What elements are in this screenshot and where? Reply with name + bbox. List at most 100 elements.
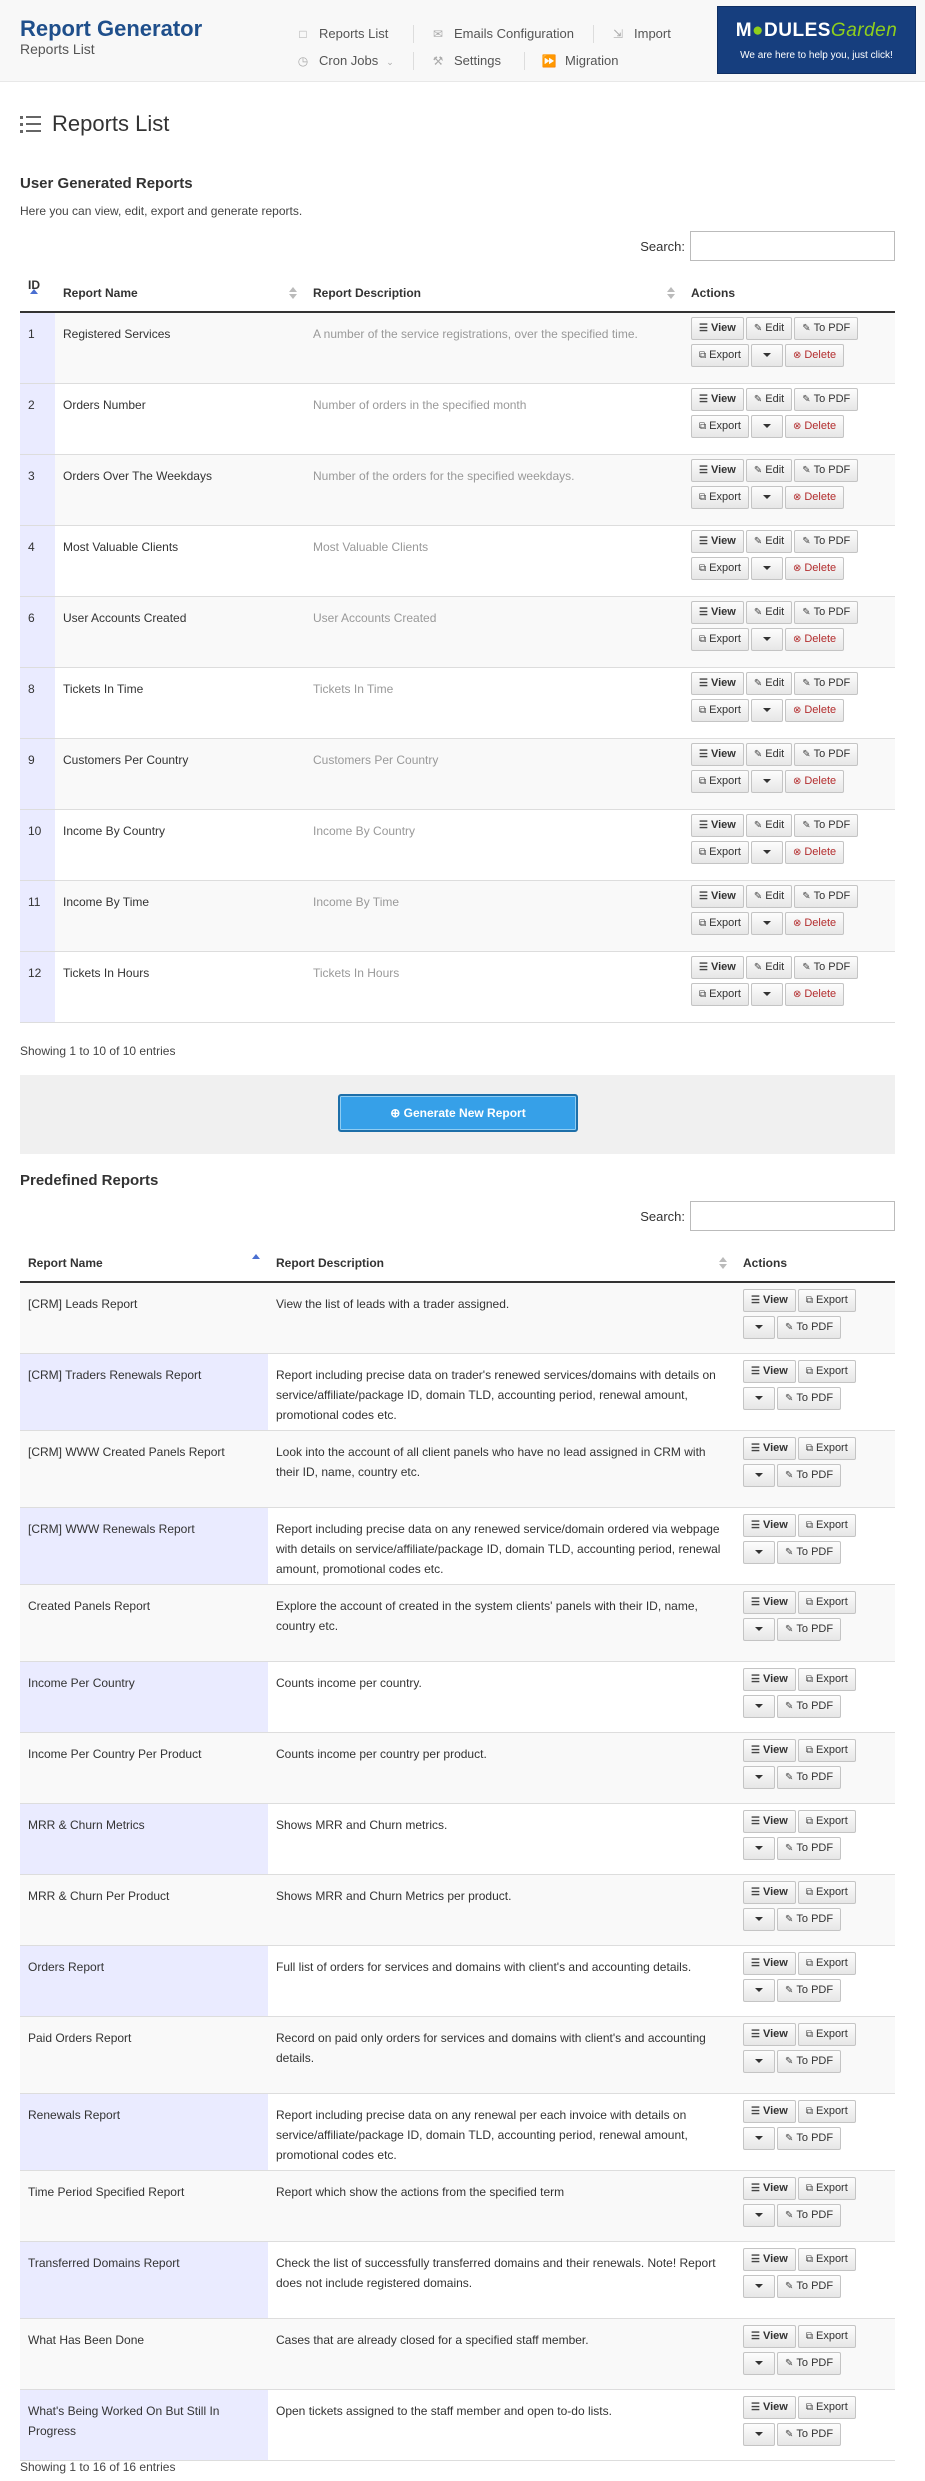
generate-new-report-button[interactable]: ⊕ Generate New Report [338, 1094, 578, 1132]
edit-button[interactable]: ✎ Edit [745, 955, 793, 979]
export-options-dropdown[interactable] [743, 1836, 775, 1860]
export-options-dropdown[interactable] [743, 1540, 775, 1564]
delete-button[interactable]: ⊗ Delete [784, 485, 845, 509]
export-button[interactable]: ⧉ Export [797, 1513, 856, 1537]
delete-button[interactable]: ⊗ Delete [784, 840, 845, 864]
export-button[interactable]: ⧉ Export [797, 1436, 856, 1460]
delete-button[interactable]: ⊗ Delete [784, 982, 845, 1006]
export-button[interactable]: ⧉ Export [797, 1951, 856, 1975]
to-pdf-button[interactable]: ✎ To PDF [794, 671, 859, 695]
export-button[interactable]: ⧉ Export [797, 1359, 856, 1383]
export-options-dropdown[interactable] [750, 698, 783, 722]
to-pdf-button[interactable]: ✎ To PDF [777, 1765, 842, 1789]
nav-reports-list[interactable]: □ Reports List [295, 24, 388, 44]
export-options-dropdown[interactable] [750, 840, 783, 864]
view-button[interactable]: ☰ View [691, 742, 744, 766]
delete-button[interactable]: ⊗ Delete [784, 911, 845, 935]
to-pdf-button[interactable]: ✎ To PDF [777, 1694, 842, 1718]
edit-button[interactable]: ✎ Edit [745, 387, 793, 411]
edit-button[interactable]: ✎ Edit [745, 458, 793, 482]
view-button[interactable]: ☰ View [691, 458, 744, 482]
column-header-report-description[interactable]: Report Description [305, 274, 683, 313]
view-button[interactable]: ☰ View [743, 1436, 796, 1460]
export-button[interactable]: ⧉ Export [691, 698, 749, 722]
to-pdf-button[interactable]: ✎ To PDF [794, 387, 859, 411]
nav-import[interactable]: ⇲ Import [610, 24, 671, 44]
export-options-dropdown[interactable] [743, 1694, 775, 1718]
export-button[interactable]: ⧉ Export [797, 1809, 856, 1833]
column-header-report-name[interactable]: Report Name [55, 274, 305, 313]
export-options-dropdown[interactable] [743, 1978, 775, 2002]
to-pdf-button[interactable]: ✎ To PDF [794, 458, 859, 482]
export-button[interactable]: ⧉ Export [797, 1738, 856, 1762]
to-pdf-button[interactable]: ✎ To PDF [777, 1836, 842, 1860]
to-pdf-button[interactable]: ✎ To PDF [794, 600, 859, 624]
view-button[interactable]: ☰ View [743, 2324, 796, 2348]
view-button[interactable]: ☰ View [691, 955, 744, 979]
export-options-dropdown[interactable] [743, 1765, 775, 1789]
view-button[interactable]: ☰ View [743, 1880, 796, 1904]
delete-button[interactable]: ⊗ Delete [784, 556, 845, 580]
export-button[interactable]: ⧉ Export [797, 1667, 856, 1691]
predefined-reports-search-input[interactable] [690, 1201, 895, 1231]
export-button[interactable]: ⧉ Export [797, 2247, 856, 2271]
column-header-report-name[interactable]: Report Name [20, 1244, 268, 1283]
view-button[interactable]: ☰ View [691, 600, 744, 624]
to-pdf-button[interactable]: ✎ To PDF [777, 2351, 842, 2375]
to-pdf-button[interactable]: ✎ To PDF [794, 742, 859, 766]
export-options-dropdown[interactable] [743, 1617, 775, 1641]
edit-button[interactable]: ✎ Edit [745, 317, 793, 340]
to-pdf-button[interactable]: ✎ To PDF [777, 1316, 842, 1339]
view-button[interactable]: ☰ View [743, 2176, 796, 2200]
to-pdf-button[interactable]: ✎ To PDF [777, 2049, 842, 2073]
export-options-dropdown[interactable] [750, 414, 783, 438]
export-button[interactable]: ⧉ Export [797, 1289, 856, 1312]
export-options-dropdown[interactable] [750, 485, 783, 509]
to-pdf-button[interactable]: ✎ To PDF [777, 1463, 842, 1487]
edit-button[interactable]: ✎ Edit [745, 884, 793, 908]
export-button[interactable]: ⧉ Export [691, 627, 749, 651]
delete-button[interactable]: ⊗ Delete [784, 698, 845, 722]
delete-button[interactable]: ⊗ Delete [784, 344, 845, 367]
export-options-dropdown[interactable] [743, 2274, 775, 2298]
to-pdf-button[interactable]: ✎ To PDF [777, 2203, 842, 2227]
export-button[interactable]: ⧉ Export [797, 1880, 856, 1904]
view-button[interactable]: ☰ View [691, 884, 744, 908]
to-pdf-button[interactable]: ✎ To PDF [777, 2274, 842, 2298]
to-pdf-button[interactable]: ✎ To PDF [794, 529, 859, 553]
export-options-dropdown[interactable] [743, 2126, 775, 2150]
delete-button[interactable]: ⊗ Delete [784, 769, 845, 793]
export-options-dropdown[interactable] [743, 1386, 775, 1410]
export-button[interactable]: ⧉ Export [797, 2395, 856, 2419]
modulesgarden-logo[interactable]: M●DULESGarden We are here to help you, j… [717, 6, 916, 74]
to-pdf-button[interactable]: ✎ To PDF [777, 1978, 842, 2002]
column-header-id[interactable]: ID [20, 274, 55, 313]
to-pdf-button[interactable]: ✎ To PDF [794, 317, 859, 340]
edit-button[interactable]: ✎ Edit [745, 742, 793, 766]
to-pdf-button[interactable]: ✎ To PDF [794, 955, 859, 979]
column-header-report-description[interactable]: Report Description [268, 1244, 735, 1283]
nav-cron-jobs[interactable]: ◷ Cron Jobs ⌄ [295, 51, 394, 71]
edit-button[interactable]: ✎ Edit [745, 600, 793, 624]
to-pdf-button[interactable]: ✎ To PDF [777, 1907, 842, 1931]
nav-emails-configuration[interactable]: ✉ Emails Configuration [430, 24, 574, 44]
export-options-dropdown[interactable] [743, 2351, 775, 2375]
edit-button[interactable]: ✎ Edit [745, 529, 793, 553]
view-button[interactable]: ☰ View [743, 1513, 796, 1537]
edit-button[interactable]: ✎ Edit [745, 813, 793, 837]
export-button[interactable]: ⧉ Export [691, 414, 749, 438]
export-button[interactable]: ⧉ Export [797, 1590, 856, 1614]
export-button[interactable]: ⧉ Export [691, 344, 749, 367]
export-options-dropdown[interactable] [743, 1463, 775, 1487]
delete-button[interactable]: ⊗ Delete [784, 627, 845, 651]
view-button[interactable]: ☰ View [743, 1289, 796, 1312]
to-pdf-button[interactable]: ✎ To PDF [777, 1617, 842, 1641]
view-button[interactable]: ☰ View [743, 1738, 796, 1762]
view-button[interactable]: ☰ View [691, 671, 744, 695]
export-options-dropdown[interactable] [750, 911, 783, 935]
view-button[interactable]: ☰ View [743, 1951, 796, 1975]
nav-settings[interactable]: ⚒ Settings [430, 51, 501, 71]
view-button[interactable]: ☰ View [743, 1590, 796, 1614]
view-button[interactable]: ☰ View [743, 2395, 796, 2419]
export-button[interactable]: ⧉ Export [797, 2099, 856, 2123]
